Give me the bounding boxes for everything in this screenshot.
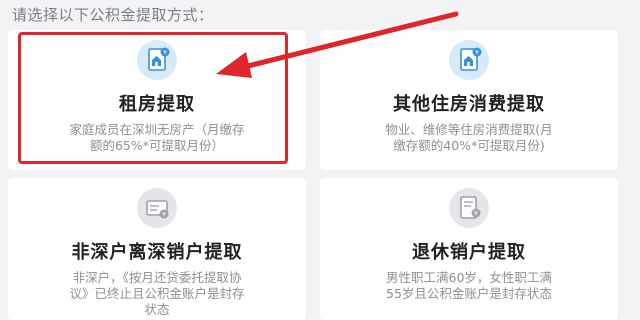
non-shenzhen-account-icon: ¥ bbox=[137, 188, 177, 228]
svg-text:¥: ¥ bbox=[475, 49, 479, 56]
rent-house-icon: ¥ bbox=[137, 40, 177, 80]
retirement-icon: ¥ bbox=[449, 188, 489, 228]
option-title: 非深户离深销户提取 bbox=[71, 242, 243, 263]
option-card-other-housing-consumption[interactable]: ¥ 其他住房消费提取 物业、维修等住房消费提取(月缴存额的40%*可提取月份) bbox=[320, 30, 618, 170]
option-card-rent-withdrawal[interactable]: ¥ 租房提取 家庭成员在深圳无房产（月缴存额的65%*可提取月份） bbox=[8, 30, 306, 170]
option-description: 非深户，《按月还贷委托提取协议》已终止且公积金账户是封存状态 bbox=[69, 270, 245, 317]
option-card-non-shenzhen-closure[interactable]: ¥ 非深户离深销户提取 非深户，《按月还贷委托提取协议》已终止且公积金账户是封存… bbox=[8, 178, 306, 320]
option-title: 退休销户提取 bbox=[412, 242, 526, 263]
svg-text:¥: ¥ bbox=[162, 211, 166, 218]
svg-text:¥: ¥ bbox=[474, 210, 478, 217]
option-description: 物业、维修等住房消费提取(月缴存额的40%*可提取月份) bbox=[385, 122, 553, 153]
option-description: 家庭成员在深圳无房产（月缴存额的65%*可提取月份） bbox=[69, 122, 245, 153]
svg-text:¥: ¥ bbox=[163, 49, 167, 56]
option-title: 租房提取 bbox=[119, 94, 195, 115]
option-description: 男性职工满60岁，女性职工满55岁且公积金账户是封存状态 bbox=[386, 270, 552, 301]
page-instruction: 请选择以下公积金提取方式： bbox=[12, 6, 214, 24]
option-title: 其他住房消费提取 bbox=[393, 94, 545, 115]
housing-consumption-icon: ¥ bbox=[449, 40, 489, 80]
option-card-retirement-closure[interactable]: ¥ 退休销户提取 男性职工满60岁，女性职工满55岁且公积金账户是封存状态 bbox=[320, 178, 618, 320]
